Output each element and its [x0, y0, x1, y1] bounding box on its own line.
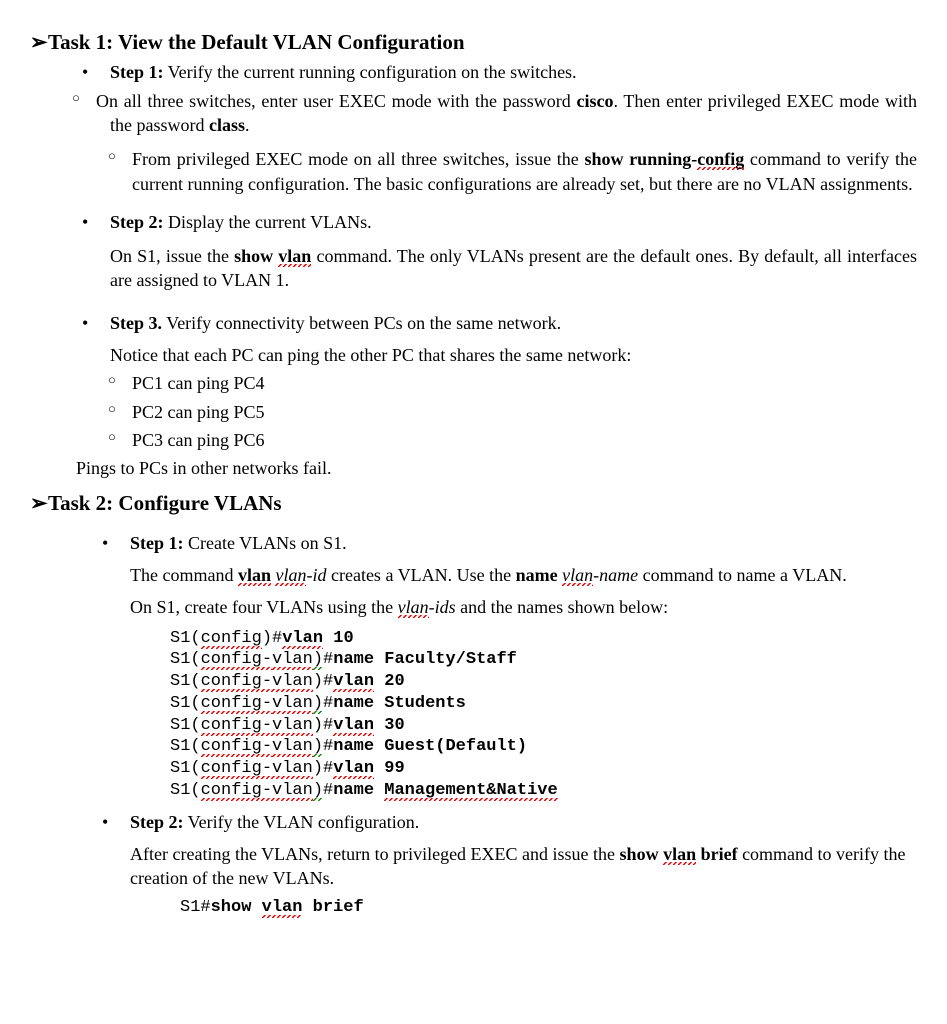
task2-step2: •Step 2: Verify the VLAN configuration.	[130, 810, 917, 834]
text: On S1, create four VLANs using the	[130, 597, 398, 617]
text: vlan	[398, 597, 429, 620]
open-bullet-icon: ○	[108, 400, 132, 418]
code-block: S1#show vlan brief	[180, 897, 917, 920]
text: command to name a VLAN.	[638, 565, 847, 585]
task2-step1-p1: The command vlan vlan-id creates a VLAN.…	[130, 563, 917, 587]
task1-step1: •Step 1: Verify the current running conf…	[110, 60, 917, 84]
task1-step2-para: On S1, issue the show vlan command. The …	[110, 244, 917, 293]
list-item: ○PC2 can ping PC5	[132, 400, 917, 424]
arrow-icon: ➢	[30, 489, 48, 517]
text: vlan	[238, 565, 271, 588]
step-label: Step 1:	[110, 62, 164, 82]
bullet-icon: •	[102, 810, 130, 834]
open-bullet-icon: ○	[108, 428, 132, 446]
task-2-title: Task 2: Configure VLANs	[48, 491, 282, 515]
text: PC2 can ping PC5	[132, 402, 265, 422]
text: show	[234, 246, 278, 266]
task1-step1-para: ○On all three switches, enter user EXEC …	[110, 89, 917, 138]
step-label: Step 2:	[110, 212, 164, 232]
text: and the names shown below:	[456, 597, 668, 617]
task-2-header: ➢Task 2: Configure VLANs	[50, 489, 917, 517]
step-label: Step 1:	[130, 533, 184, 553]
task-1-header: ➢Task 1: View the Default VLAN Configura…	[50, 28, 917, 56]
text: vlan	[562, 565, 593, 588]
task1-step3: •Step 3. Verify connectivity between PCs…	[110, 311, 917, 335]
task2-step1: •Step 1: Create VLANs on S1.	[130, 531, 917, 555]
text: On all three switches, enter user EXEC m…	[96, 91, 576, 111]
text: vlan	[278, 246, 311, 269]
task1-step1-sub: ○From privileged EXEC mode on all three …	[132, 147, 917, 196]
open-bullet-icon: ○	[108, 371, 132, 389]
task2-step2-para: After creating the VLANs, return to priv…	[130, 842, 917, 891]
text: The command	[130, 565, 238, 585]
bullet-icon: •	[82, 60, 110, 84]
text: cisco	[576, 91, 613, 111]
step-text: Verify the current running configuration…	[164, 62, 577, 82]
text: -id	[306, 565, 326, 585]
step-text: Display the current VLANs.	[164, 212, 372, 232]
text: .	[245, 115, 250, 135]
task2-step1-p2: On S1, create four VLANs using the vlan-…	[130, 595, 917, 619]
step-text: Verify connectivity between PCs on the s…	[162, 313, 561, 333]
text: config	[697, 149, 744, 172]
text: PC3 can ping PC6	[132, 430, 265, 450]
step-text: Create VLANs on S1.	[184, 533, 347, 553]
list-item: ○PC3 can ping PC6	[132, 428, 917, 452]
step-label: Step 2:	[130, 812, 184, 832]
arrow-icon: ➢	[30, 28, 48, 56]
text: name	[516, 565, 558, 585]
list-item: ○PC1 can ping PC4	[132, 371, 917, 395]
text: vlan	[275, 565, 306, 588]
text: -ids	[429, 597, 456, 617]
task1-step3-outro: Pings to PCs in other networks fail.	[76, 456, 917, 480]
bullet-icon: •	[102, 531, 130, 555]
step-label: Step 3.	[110, 313, 162, 333]
bullet-icon: •	[82, 210, 110, 234]
task-1-title: Task 1: View the Default VLAN Configurat…	[48, 30, 465, 54]
text: class	[209, 115, 245, 135]
text: show	[620, 844, 664, 864]
text: show running-	[584, 149, 697, 169]
task1-step2: •Step 2: Display the current VLANs.	[110, 210, 917, 234]
task1-step3-intro: Notice that each PC can ping the other P…	[110, 343, 917, 367]
text: vlan	[663, 844, 696, 867]
step-text: Verify the VLAN configuration.	[184, 812, 420, 832]
text: brief	[696, 844, 737, 864]
text: PC1 can ping PC4	[132, 373, 265, 393]
open-bullet-icon: ○	[108, 147, 132, 165]
open-bullet-icon: ○	[72, 89, 96, 107]
bullet-icon: •	[82, 311, 110, 335]
text: From privileged EXEC mode on all three s…	[132, 149, 584, 169]
text: creates a VLAN. Use the	[326, 565, 515, 585]
text: After creating the VLANs, return to priv…	[130, 844, 620, 864]
text: -name	[593, 565, 638, 585]
text: On S1, issue the	[110, 246, 234, 266]
code-block: S1(config)#vlan 10 S1(config-vlan)#name …	[170, 628, 917, 802]
